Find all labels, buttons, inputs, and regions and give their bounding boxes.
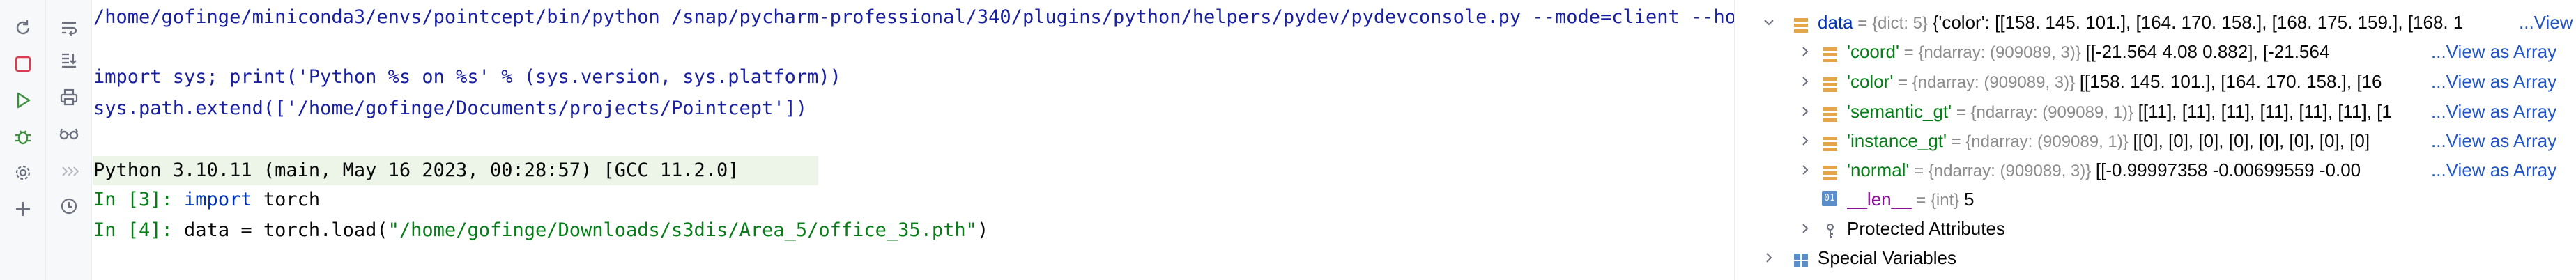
variable-row-len[interactable]: 01 __len__ = {int} 5 [1735, 185, 2576, 214]
history-icon[interactable] [52, 189, 86, 223]
soft-wrap-icon[interactable] [52, 11, 86, 45]
field-icon [1822, 132, 1839, 151]
grid-icon [1793, 249, 1809, 267]
view-as-array-link[interactable]: ...View as Array [2427, 37, 2557, 66]
variable-name: 'coord' [1847, 41, 1899, 62]
keyword: import [184, 189, 252, 210]
variable-type: = {ndarray: (909089, 1)} [1952, 103, 2138, 122]
variable-row-color[interactable]: 'color' = {ndarray: (909089, 3)} [[158. … [1735, 67, 2576, 96]
variable-type: = {ndarray: (909089, 3)} [1893, 73, 2080, 92]
console-line-import-sys: import sys; print('Python %s on %s' % (s… [93, 66, 841, 88]
view-as-array-link[interactable]: ...View as Array [2427, 67, 2557, 96]
python-version-banner: Python 3.10.11 (main, May 16 2023, 00:28… [93, 160, 739, 181]
variable-row-semantic-gt[interactable]: 'semantic_gt' = {ndarray: (909089, 1)} [… [1735, 97, 2576, 126]
variable-type: = {int} [1911, 191, 1964, 210]
variable-value: [[11], [11], [11], [11], [11], [11], [1 [2138, 101, 2392, 122]
rerun-icon[interactable] [6, 11, 40, 45]
debug-icon[interactable] [6, 120, 40, 153]
variable-name: 'normal' [1847, 160, 1910, 180]
code-text: ) [976, 219, 989, 241]
print-icon[interactable] [52, 81, 86, 114]
console-input-4: In [4]: data = torch.load("/home/gofinge… [93, 216, 988, 245]
console-input-3: In [3]: import torch [93, 185, 320, 215]
stop-icon[interactable] [6, 47, 40, 81]
variable-name: data [1818, 12, 1853, 33]
variable-row-coord[interactable]: 'coord' = {ndarray: (909089, 3)} [[-21.5… [1735, 37, 2576, 66]
variable-name: __len__ [1847, 189, 1912, 210]
view-variables-icon[interactable] [52, 117, 86, 150]
variable-summary: data = {dict: 5} {'color': [[158. 145. 1… [1818, 8, 2515, 37]
field-icon [1822, 42, 1839, 62]
protected-attributes-label: Protected Attributes [1847, 218, 2005, 239]
variables-panel: data = {dict: 5} {'color': [[158. 145. 1… [1735, 0, 2576, 280]
view-as-array-link[interactable]: ...View as Array [2427, 155, 2557, 185]
variable-value: 5 [1963, 189, 1975, 210]
variable-type: = {ndarray: (909089, 3)} [1899, 43, 2086, 62]
chevron-right-icon[interactable] [1797, 67, 1814, 96]
key-icon [1823, 219, 1840, 238]
console-command-line: /home/gofinge/miniconda3/envs/pointcept/… [93, 6, 1734, 28]
chevron-right-icon[interactable] [1761, 243, 1777, 272]
input-prompt: In [4]: [93, 219, 185, 241]
add-icon[interactable] [6, 192, 40, 226]
chevron-right-icon[interactable] [1797, 214, 1814, 243]
variable-row-normal[interactable]: 'normal' = {ndarray: (909089, 3)} [[-0.9… [1735, 155, 2576, 185]
variable-name: 'instance_gt' [1847, 130, 1947, 151]
settings-icon[interactable] [6, 156, 40, 189]
console-line-sys-path: sys.path.extend(['/home/gofinge/Document… [93, 98, 808, 119]
scroll-to-end-icon[interactable] [52, 43, 86, 77]
view-as-array-link[interactable]: ...View as Array [2427, 97, 2557, 126]
variable-name: 'color' [1847, 71, 1894, 92]
variable-name: 'semantic_gt' [1847, 101, 1952, 122]
variable-value: {'color': [[158. 145. 101.], [164. 170. … [1932, 12, 2464, 33]
chevron-right-icon[interactable] [1797, 155, 1814, 185]
variable-value: [[-21.564 4.08 0.882], [-21.564 [2085, 41, 2330, 62]
protected-attributes-row[interactable]: Protected Attributes [1735, 214, 2576, 243]
int-badge-icon: 01 [1822, 191, 1837, 206]
view-as-array-link[interactable]: ...View as Array [2427, 126, 2557, 155]
console-secondary-toolbar [46, 0, 92, 280]
view-link[interactable]: ...View [2515, 8, 2573, 37]
variable-summary: __len__ = {int} 5 [1847, 185, 2265, 214]
code-text: torch [252, 189, 321, 210]
variable-type: = {dict: 5} [1853, 14, 1933, 33]
field-icon [1822, 161, 1839, 180]
chevron-right-icon[interactable] [1797, 97, 1814, 126]
variable-value: [[0], [0], [0], [0], [0], [0], [0], [0] [2133, 130, 2370, 151]
run-icon[interactable] [6, 84, 40, 117]
variable-type: = {ndarray: (909089, 1)} [1946, 132, 2133, 151]
special-variables-label: Special Variables [1818, 247, 1956, 268]
input-prompt: In [3]: [93, 189, 185, 210]
special-variables-row[interactable]: Special Variables [1735, 243, 2576, 272]
variable-row-data[interactable]: data = {dict: 5} {'color': [[158. 145. 1… [1735, 8, 2576, 37]
variable-row-instance-gt[interactable]: 'instance_gt' = {ndarray: (909089, 1)} [… [1735, 126, 2576, 155]
code-text: data = torch.load( [184, 219, 388, 241]
string-literal: "/home/gofinge/Downloads/s3dis/Area_5/of… [388, 219, 977, 241]
console-primary-toolbar [0, 0, 46, 280]
dict-icon [1793, 13, 1809, 33]
variable-value: [[-0.99997358 -0.00699559 -0.00 [2095, 160, 2361, 180]
chevron-right-icon[interactable] [1797, 126, 1814, 155]
command-queue-icon[interactable] [52, 155, 86, 188]
chevron-right-icon[interactable] [1797, 37, 1814, 66]
variable-type: = {ndarray: (909089, 3)} [1909, 162, 2096, 180]
python-console-output[interactable]: /home/gofinge/miniconda3/envs/pointcept/… [92, 0, 1734, 280]
field-icon [1822, 102, 1839, 122]
field-icon [1822, 72, 1839, 92]
chevron-down-icon[interactable] [1761, 8, 1777, 37]
variable-value: [[158. 145. 101.], [164. 170. 158.], [16 [2079, 71, 2382, 92]
